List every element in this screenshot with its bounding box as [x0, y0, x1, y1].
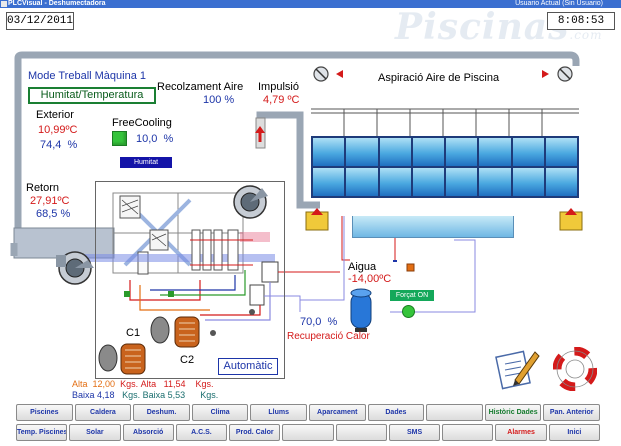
nav-button-a-c-s[interactable]: A.C.S.: [175, 424, 228, 441]
pool-glass-enclosure: [311, 136, 579, 198]
nav-button-prod-calor[interactable]: Prod. Calor: [229, 424, 281, 441]
pump-filter-icon: [350, 288, 372, 332]
aigua-label: Aigua: [348, 261, 377, 273]
top-duct: [14, 51, 580, 66]
nav-button-deshum[interactable]: Deshum.: [133, 404, 190, 421]
nav-button-alarmes[interactable]: Alarmes: [495, 424, 547, 441]
report-pencil-icon[interactable]: [495, 346, 541, 390]
automatic-mode-button[interactable]: Automàtic: [218, 358, 278, 375]
humitat-tag: Humitat: [120, 157, 172, 168]
nav-button-temp-piscines[interactable]: Temp. Piscines: [16, 424, 68, 441]
pressure-alta-row: Alta 12,00 Kgs. Alta 11,54 Kgs.: [72, 379, 214, 389]
pool-roof: [311, 108, 579, 136]
recolzament-value: 100 %: [203, 94, 235, 106]
nav-row-2: Temp. Piscines Solar Absorció A.C.S. Prod. C…: [16, 424, 600, 441]
nav-button-blank-8[interactable]: [442, 424, 494, 441]
compressor-c2-label: C2: [180, 354, 195, 366]
nav-button-absorci[interactable]: Absorció: [122, 424, 174, 441]
nav-row-1: Piscines Caldera Deshum. Clima Llums Aparcame…: [16, 404, 600, 421]
pump-status-indicator: [402, 305, 415, 318]
pool-water: [352, 216, 514, 238]
forcat-on-tag: Forçat ON: [390, 290, 434, 301]
aigua-temp: -14,00ºC: [348, 273, 392, 285]
nav-button-dades[interactable]: Dades: [367, 404, 425, 421]
impulsio-temp: 4,79 ºC: [263, 94, 300, 106]
retorn-humidity: 68,5 %: [36, 208, 71, 220]
freecooling-label: FreeCooling: [112, 117, 172, 129]
nav-button-inici[interactable]: Inici: [548, 424, 600, 441]
nav-button-pan-anterior[interactable]: Pan. Anterior: [543, 404, 600, 421]
nav-button-sms[interactable]: SMS: [388, 424, 441, 441]
machine-cabinet: [95, 181, 285, 379]
recolzament-label: Recolzament Aire: [157, 81, 244, 93]
mode-selector-button[interactable]: Humitat/Temperatura: [28, 87, 156, 104]
recuperacio-value: 70,0 %: [300, 316, 338, 328]
freecooling-indicator: [112, 131, 127, 146]
impulsio-label: Impulsió: [258, 81, 299, 93]
pressure-baixa-row: Baixa 4,18 Kgs. Baixa 5,53 Kgs.: [72, 390, 219, 400]
nav-button-blank-7[interactable]: [426, 404, 483, 421]
freecooling-value: 10,0 %: [136, 133, 174, 145]
compressor-c1-label: C1: [126, 327, 141, 339]
help-lifebuoy-icon[interactable]: [553, 347, 597, 391]
mode-title: Mode Treball Màquina 1: [28, 70, 147, 82]
exterior-humidity: 74,4 %: [40, 139, 78, 151]
retorn-temp: 27,91ºC: [30, 195, 70, 207]
nav-button-solar[interactable]: Solar: [69, 424, 121, 441]
pool-label: Aspiració Aire de Piscina: [378, 72, 500, 84]
nav-button-caldera[interactable]: Caldera: [74, 404, 132, 421]
nav-button-clima[interactable]: Clima: [191, 404, 249, 421]
nav-button-llums[interactable]: Llums: [250, 404, 307, 421]
nav-button-aparcament[interactable]: Aparcament: [308, 404, 366, 421]
nav-button-hist-ric-dades[interactable]: Històric Dades: [484, 404, 542, 421]
retorn-label: Retorn: [26, 182, 60, 194]
nav-button-blank-6[interactable]: [335, 424, 387, 441]
nav-button-piscines[interactable]: Piscines: [16, 404, 73, 421]
exterior-temp: 10,99ºC: [38, 124, 78, 136]
nav-button-blank-5[interactable]: [282, 424, 334, 441]
exterior-label: Exterior: [36, 109, 74, 121]
recuperacio-label: Recuperació Calor: [287, 331, 370, 342]
